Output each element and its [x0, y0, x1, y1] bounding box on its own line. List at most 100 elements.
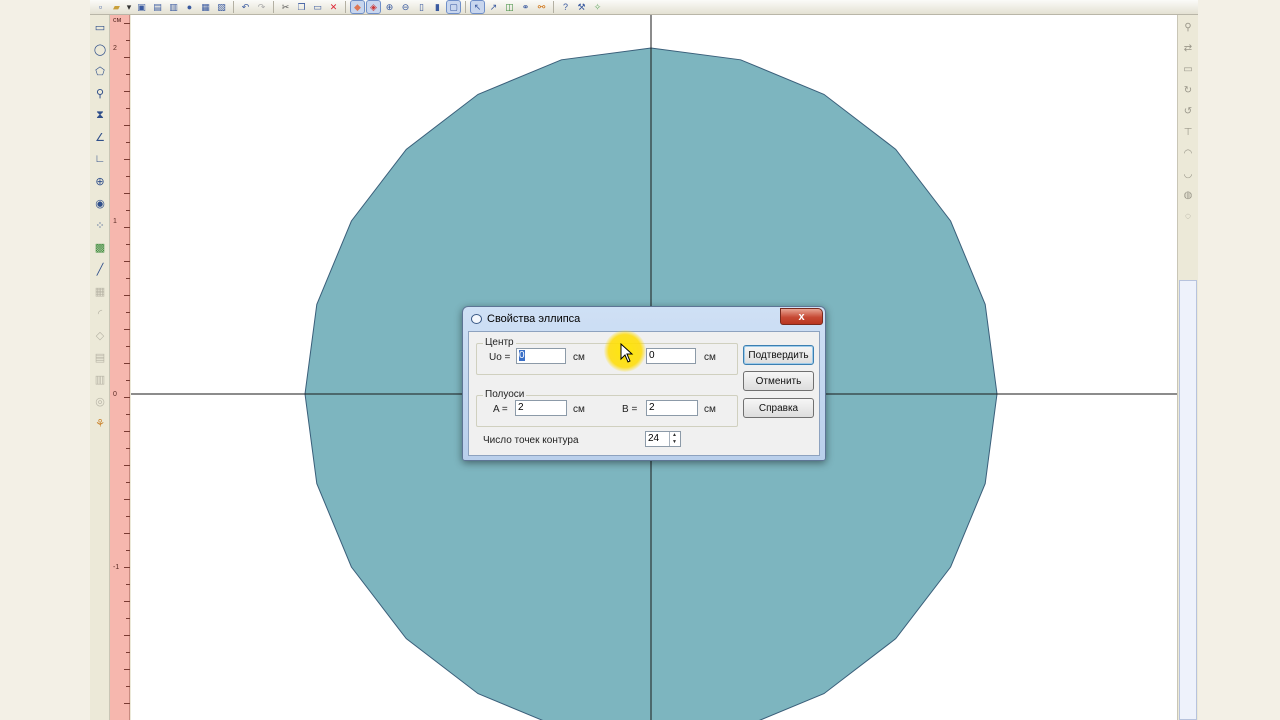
v-input[interactable]: 0 — [646, 348, 696, 364]
toolbar-separator — [553, 1, 554, 13]
color-icon[interactable]: ◈ — [366, 0, 381, 14]
texture-tool-icon[interactable]: ▥ — [92, 371, 108, 387]
rotate-icon[interactable]: ↻ — [1181, 83, 1195, 97]
ruler-tick — [124, 567, 130, 568]
grid-tool-icon[interactable]: ▦ — [92, 283, 108, 299]
ruler-tick — [124, 125, 130, 126]
ruler-tick — [124, 669, 130, 670]
ruler-tick — [126, 346, 130, 347]
print-icon[interactable]: ▦ — [199, 1, 212, 13]
page-icon[interactable]: ▯ — [415, 1, 428, 13]
cut-icon[interactable]: ✂ — [279, 1, 292, 13]
magic-icon[interactable]: ✧ — [591, 1, 604, 13]
open-icon[interactable]: ▰ — [110, 1, 123, 13]
pin-tool-icon[interactable]: ⚲ — [92, 85, 108, 101]
ruler-tick — [124, 703, 130, 704]
stamp-tool-icon[interactable]: ⚘ — [92, 415, 108, 431]
confirm-button[interactable]: Подтвердить — [743, 345, 814, 365]
tangent-icon[interactable]: ⊤ — [1181, 125, 1195, 139]
ruler-tick — [124, 159, 130, 160]
ring-tool-icon[interactable]: ◎ — [92, 393, 108, 409]
print-preview-icon[interactable]: ▧ — [215, 1, 228, 13]
ruler-tick — [124, 363, 130, 364]
ruler-tick — [126, 40, 130, 41]
vertical-scrollbar[interactable] — [1179, 280, 1197, 720]
undo-icon[interactable]: ↶ — [239, 1, 252, 13]
polygon-tool-icon[interactable]: ⬠ — [92, 63, 108, 79]
spin-down-icon[interactable]: ▼ — [670, 439, 679, 446]
line-tool-icon[interactable]: ╱ — [92, 261, 108, 277]
delete-icon[interactable]: ✕ — [327, 1, 340, 13]
sphere-tool-icon[interactable]: ◉ — [92, 195, 108, 211]
zoom-in-icon[interactable]: ⊕ — [383, 1, 396, 13]
mirror-icon[interactable]: ⇄ — [1181, 41, 1195, 55]
image-tool-icon[interactable]: ▩ — [92, 239, 108, 255]
pattern-tool-icon[interactable]: ▤ — [92, 349, 108, 365]
circle-node-icon[interactable]: ◍ — [1181, 188, 1195, 202]
ruler-tick — [126, 618, 130, 619]
page-width-icon[interactable]: ▮ — [431, 1, 444, 13]
toolbar-separator — [345, 1, 346, 13]
crosshair-tool-icon[interactable]: ⊕ — [92, 173, 108, 189]
help-icon[interactable]: ? — [559, 1, 572, 13]
ruler-tick — [126, 312, 130, 313]
b-unit: см — [704, 404, 716, 415]
rectangle-tool-icon[interactable]: ▭ — [92, 19, 108, 35]
layers-icon[interactable]: ◆ — [350, 0, 365, 14]
angle-tool-icon[interactable]: ∠ — [92, 129, 108, 145]
corner-tool-icon[interactable]: ∟ — [92, 151, 108, 167]
vertical-ruler[interactable]: см 2 1 0 -1 — [110, 15, 130, 720]
u-unit: см — [573, 352, 585, 363]
save-as-icon[interactable]: ▤ — [151, 1, 164, 13]
spin-up-icon[interactable]: ▲ — [670, 432, 679, 439]
u-input[interactable]: 0 — [516, 348, 566, 364]
bind-node-icon[interactable]: ⚲ — [1181, 20, 1195, 34]
mouse-cursor-icon — [620, 343, 634, 363]
ruler-label: -1 — [113, 564, 120, 571]
arc-alt-icon[interactable]: ◡ — [1181, 167, 1195, 181]
zoom-out-icon[interactable]: ⊖ — [399, 1, 412, 13]
contour-points-input[interactable]: 24 ▲ ▼ — [645, 431, 681, 447]
curve-tool-icon[interactable]: ◜ — [92, 305, 108, 321]
fit-icon[interactable]: ▢ — [446, 0, 461, 14]
redo-icon[interactable]: ↷ — [255, 1, 268, 13]
circle-alt-icon[interactable]: ◌ — [1181, 209, 1195, 223]
save-icon[interactable]: ▣ — [135, 1, 148, 13]
rotate-back-icon[interactable]: ↺ — [1181, 104, 1195, 118]
ruler-tick — [126, 142, 130, 143]
cancel-button[interactable]: Отменить — [743, 371, 814, 391]
a-input[interactable]: 2 — [515, 400, 567, 416]
bind-icon[interactable]: ⚭ — [519, 1, 532, 13]
dropdown-icon[interactable]: ▾ — [126, 1, 132, 13]
ruler-label: 0 — [113, 391, 117, 398]
dialog-titlebar[interactable]: Свойства эллипса x — [463, 307, 825, 331]
frame-icon[interactable]: ▭ — [1181, 62, 1195, 76]
globe-icon[interactable]: ● — [183, 1, 196, 13]
ruler-tick — [126, 74, 130, 75]
ruler-tick — [126, 380, 130, 381]
nodes-tool-icon[interactable]: ⁘ — [92, 217, 108, 233]
ruler-tick — [126, 516, 130, 517]
transform-tool-icon[interactable]: ◇ — [92, 327, 108, 343]
export-icon[interactable]: ▥ — [167, 1, 180, 13]
copy-icon[interactable]: ❐ — [295, 1, 308, 13]
link-icon[interactable]: ⚯ — [535, 1, 548, 13]
arc-icon[interactable]: ◠ — [1181, 146, 1195, 160]
close-button[interactable]: x — [780, 308, 823, 325]
help-button[interactable]: Справка — [743, 398, 814, 418]
right-tools-panel: ⚲ ⇄ ▭ ↻ ↺ ⊤ ◠ ◡ ◍ ◌ — [1177, 15, 1198, 720]
ellipse-properties-dialog: Свойства эллипса x Центр Uo = 0 см V 0 с… — [462, 306, 826, 461]
ellipse-tool-icon[interactable]: ◯ — [92, 41, 108, 57]
node-icon[interactable]: ↗ — [487, 1, 500, 13]
ruler-tick — [126, 210, 130, 211]
hourglass-tool-icon[interactable]: ⧗ — [92, 107, 108, 123]
ruler-tick — [126, 482, 130, 483]
group-icon[interactable]: ◫ — [503, 1, 516, 13]
b-input[interactable]: 2 — [646, 400, 698, 416]
paste-icon[interactable]: ▭ — [311, 1, 324, 13]
select-icon[interactable]: ↖ — [470, 0, 485, 14]
tools-icon[interactable]: ⚒ — [575, 1, 588, 13]
ruler-tick — [124, 601, 130, 602]
contour-points-spinner[interactable]: ▲ ▼ — [669, 432, 679, 446]
new-icon[interactable]: ▫ — [94, 1, 107, 13]
